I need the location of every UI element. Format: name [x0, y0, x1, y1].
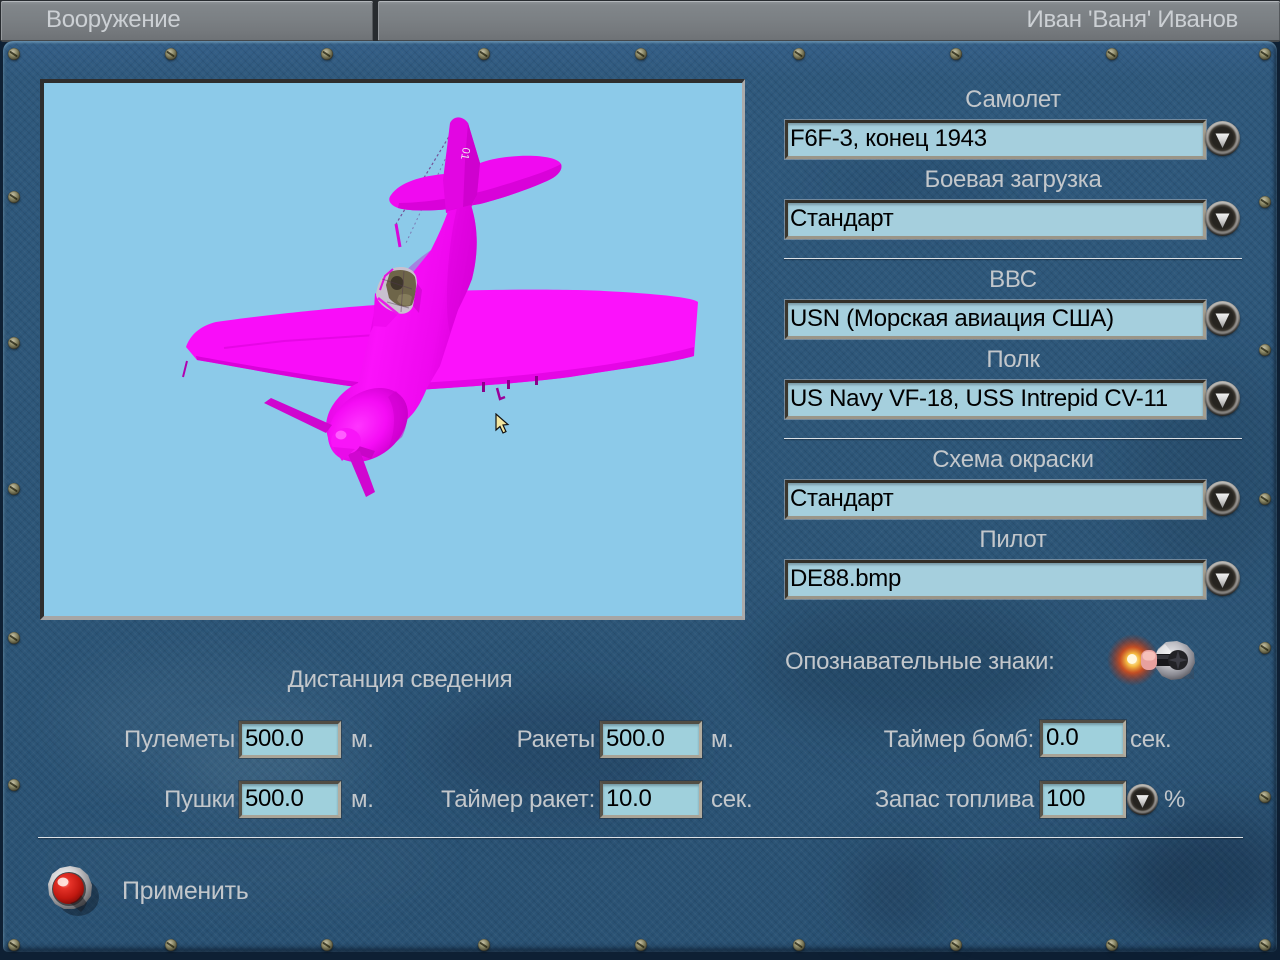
svg-text:01: 01: [458, 146, 472, 160]
